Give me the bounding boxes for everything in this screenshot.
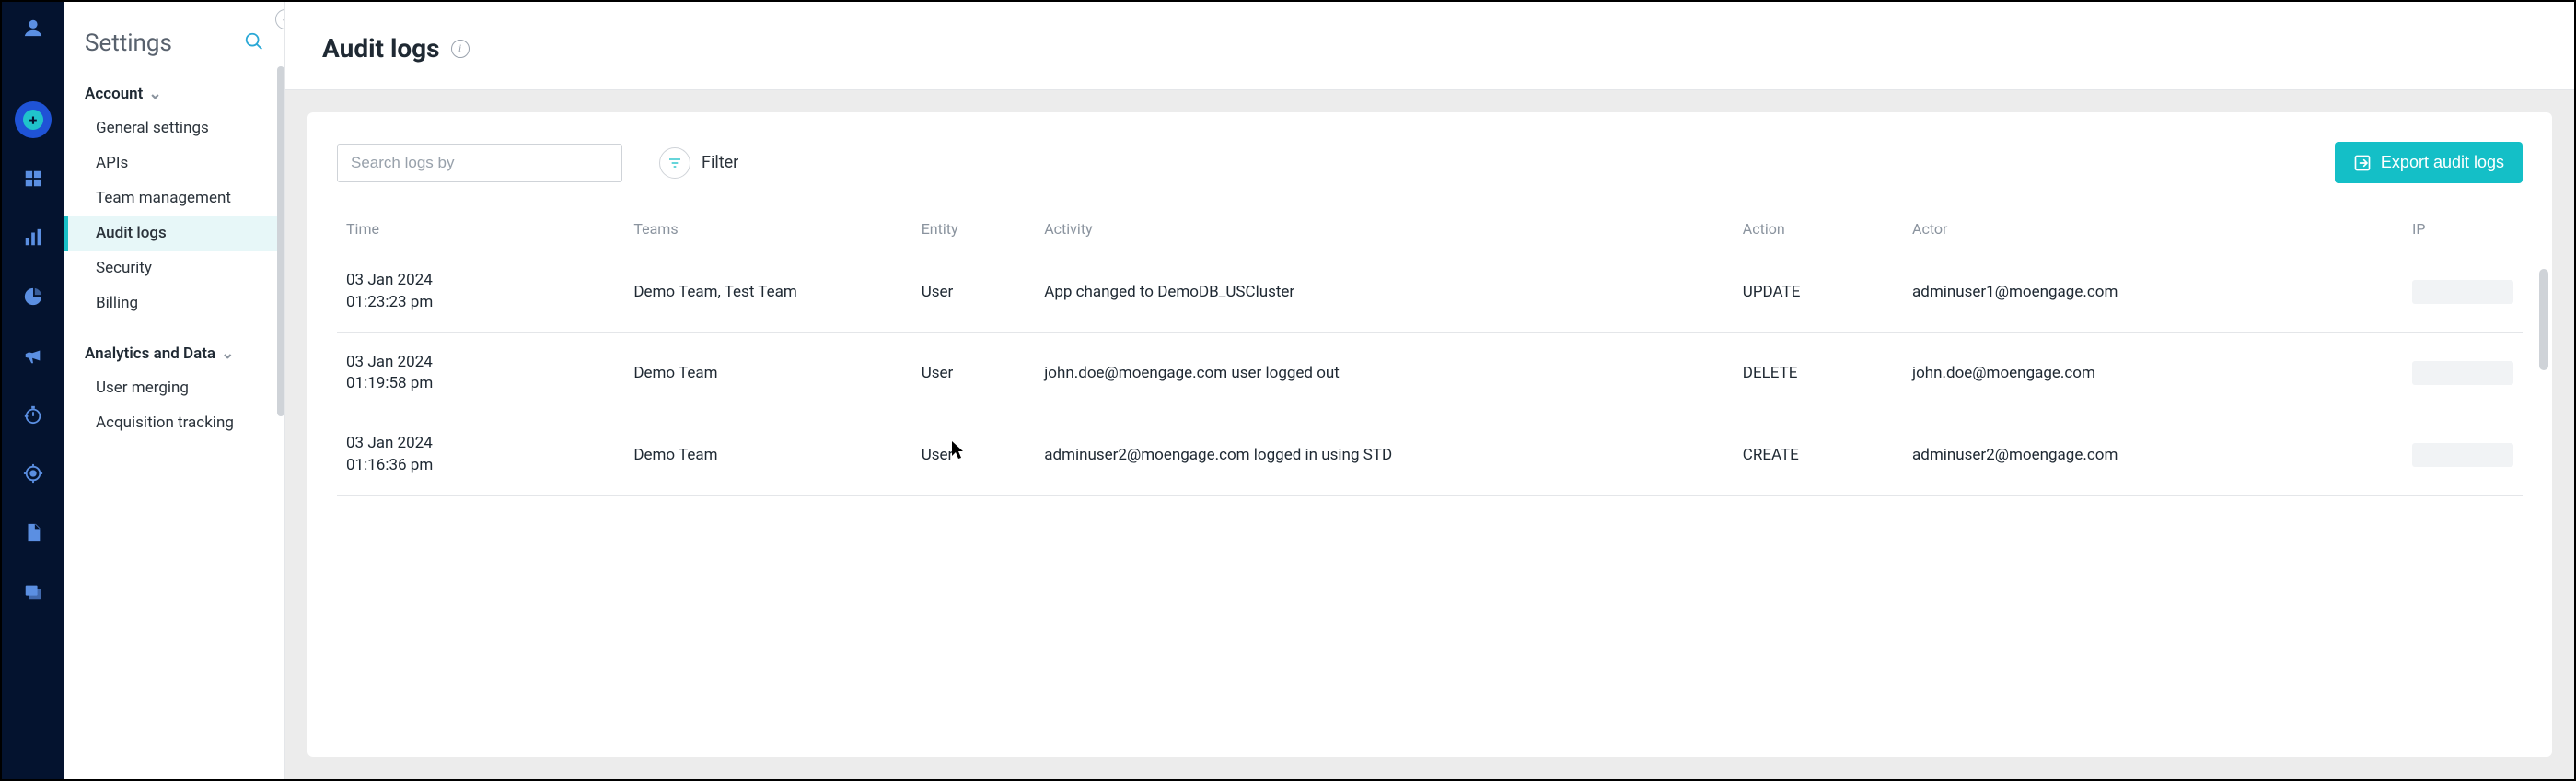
filter-label: Filter — [702, 153, 738, 172]
sidebar-scrollbar[interactable] — [277, 66, 284, 416]
cell-time: 03 Jan 2024 01:16:36 pm — [337, 414, 624, 496]
main-area: Audit logs i Filter Export audit logs — [285, 2, 2574, 779]
col-action: Action — [1734, 207, 1903, 251]
ip-skeleton — [2412, 280, 2513, 304]
table-row[interactable]: 03 Jan 2024 01:16:36 pmDemo TeamUseradmi… — [337, 414, 2523, 496]
cell-activity: App changed to DemoDB_USCluster — [1035, 251, 1734, 333]
col-entity: Entity — [912, 207, 1036, 251]
info-icon[interactable]: i — [451, 40, 470, 58]
page-title: Audit logs — [322, 33, 440, 64]
col-actor: Actor — [1903, 207, 2403, 251]
rail-target-icon[interactable] — [15, 455, 52, 492]
ip-skeleton — [2412, 443, 2513, 467]
sidebar-item-security[interactable]: Security — [64, 251, 284, 286]
cell-entity: User — [912, 251, 1036, 333]
cell-ip — [2403, 414, 2523, 496]
rail-analytics-icon[interactable] — [15, 219, 52, 256]
cell-teams: Demo Team — [624, 332, 911, 414]
cell-activity: adminuser2@moengage.com logged in using … — [1035, 414, 1734, 496]
cell-actor: adminuser2@moengage.com — [1903, 414, 2403, 496]
ip-skeleton — [2412, 361, 2513, 385]
cell-actor: john.doe@moengage.com — [1903, 332, 2403, 414]
cell-entity: User — [912, 332, 1036, 414]
table-row[interactable]: 03 Jan 2024 01:19:58 pmDemo TeamUserjohn… — [337, 332, 2523, 414]
rail-stack-icon[interactable] — [15, 573, 52, 610]
sidebar-item-acquisition-tracking[interactable]: Acquisition tracking — [64, 405, 284, 440]
app-frame: + ◂ Settings — [0, 0, 2576, 781]
cell-actor: adminuser1@moengage.com — [1903, 251, 2403, 333]
export-icon — [2353, 154, 2372, 172]
cell-teams: Demo Team — [624, 414, 911, 496]
sidebar-section-analytics-data[interactable]: Analytics and Data ⌄ — [64, 335, 284, 370]
page-header: Audit logs i — [285, 2, 2574, 90]
toolbar: Filter Export audit logs — [307, 112, 2552, 191]
export-label: Export audit logs — [2381, 153, 2504, 172]
chevron-down-icon: ⌄ — [221, 344, 234, 363]
cell-entity: User — [912, 414, 1036, 496]
chevron-down-icon: ⌄ — [148, 85, 161, 103]
cell-teams: Demo Team, Test Team — [624, 251, 911, 333]
section-label: Account — [85, 85, 143, 103]
settings-panel: ◂ Settings Account ⌄ General settings AP… — [64, 2, 285, 779]
sidebar-item-team-management[interactable]: Team management — [64, 181, 284, 216]
filter-icon — [659, 147, 690, 179]
rail-megaphone-icon[interactable] — [15, 337, 52, 374]
cell-action: DELETE — [1734, 332, 1903, 414]
export-audit-logs-button[interactable]: Export audit logs — [2335, 142, 2523, 183]
col-time: Time — [337, 207, 624, 251]
sidebar-item-billing[interactable]: Billing — [64, 286, 284, 321]
logs-table-wrap: Time Teams Entity Activity Action Actor … — [307, 191, 2552, 496]
rail-create-button[interactable]: + — [15, 101, 52, 138]
rail-document-icon[interactable] — [15, 514, 52, 551]
sidebar-item-audit-logs[interactable]: Audit logs — [64, 216, 284, 251]
logs-card: Filter Export audit logs Time Teams Enti… — [307, 112, 2552, 757]
cell-time: 03 Jan 2024 01:19:58 pm — [337, 332, 624, 414]
col-teams: Teams — [624, 207, 911, 251]
col-ip: IP — [2403, 207, 2523, 251]
cell-action: UPDATE — [1734, 251, 1903, 333]
rail-pie-icon[interactable] — [15, 278, 52, 315]
logs-table: Time Teams Entity Activity Action Actor … — [337, 207, 2523, 496]
cell-action: CREATE — [1734, 414, 1903, 496]
icon-rail: + — [2, 2, 64, 779]
col-activity: Activity — [1035, 207, 1734, 251]
cell-ip — [2403, 332, 2523, 414]
sidebar-item-user-merging[interactable]: User merging — [64, 370, 284, 405]
settings-title: Settings — [85, 29, 172, 57]
rail-stopwatch-icon[interactable] — [15, 396, 52, 433]
sidebar-item-apis[interactable]: APIs — [64, 146, 284, 181]
cell-activity: john.doe@moengage.com user logged out — [1035, 332, 1734, 414]
sidebar-section-account[interactable]: Account ⌄ — [64, 76, 284, 111]
cell-time: 03 Jan 2024 01:23:23 pm — [337, 251, 624, 333]
sidebar-item-general-settings[interactable]: General settings — [64, 111, 284, 146]
rail-avatar-icon[interactable] — [15, 9, 52, 46]
table-row[interactable]: 03 Jan 2024 01:23:23 pmDemo Team, Test T… — [337, 251, 2523, 333]
cell-ip — [2403, 251, 2523, 333]
filter-button[interactable]: Filter — [659, 147, 738, 179]
search-input[interactable] — [337, 144, 622, 182]
settings-search-icon[interactable] — [244, 31, 264, 55]
section-label: Analytics and Data — [85, 344, 215, 363]
rail-dashboard-icon[interactable] — [15, 160, 52, 197]
